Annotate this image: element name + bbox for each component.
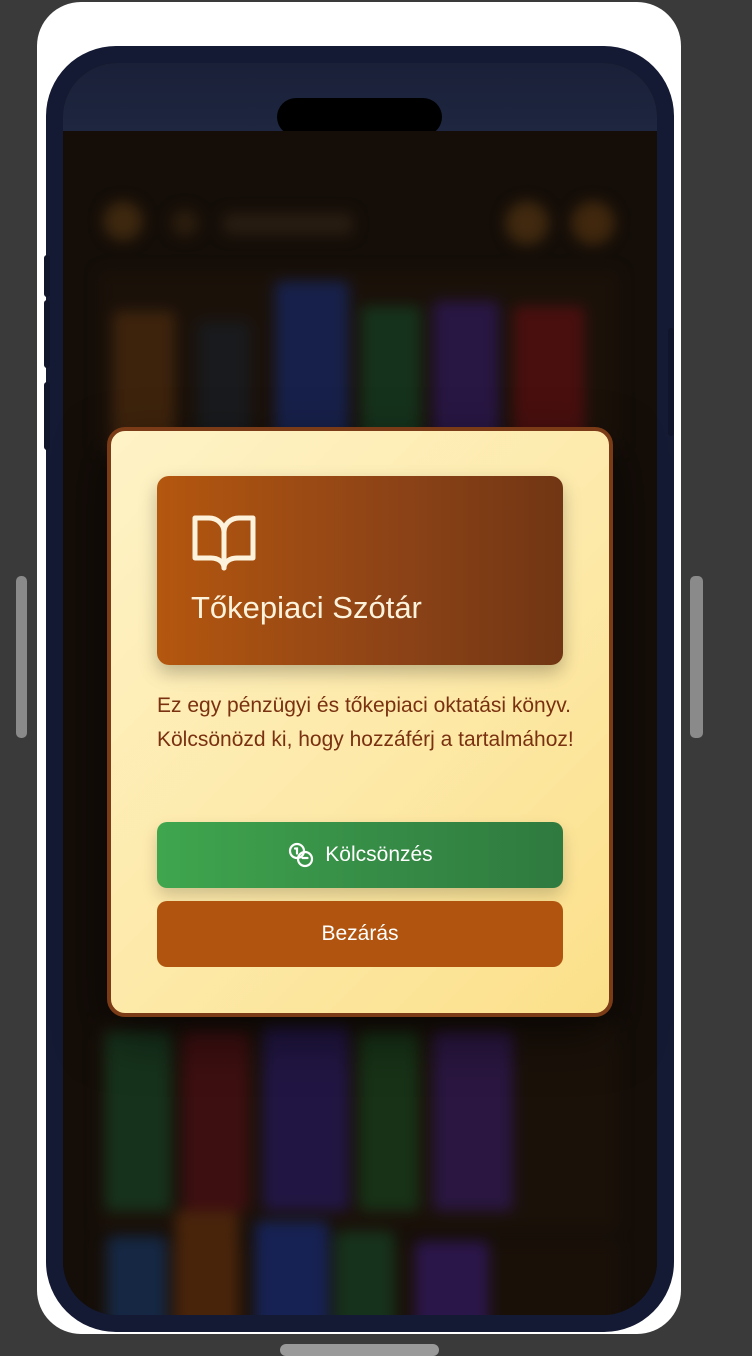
window-left-scroll-handle[interactable] bbox=[16, 576, 27, 738]
book-open-icon bbox=[192, 515, 256, 571]
borrow-button-label: Kölcsönzés bbox=[325, 843, 433, 866]
phone-volume-down-button bbox=[44, 382, 50, 450]
close-button-label: Bezárás bbox=[321, 922, 399, 945]
phone-power-button bbox=[668, 328, 674, 436]
window-right-scroll-handle[interactable] bbox=[690, 576, 703, 738]
modal-title: Tőkepiaci Szótár bbox=[191, 590, 422, 625]
close-button[interactable]: Bezárás bbox=[157, 901, 563, 967]
phone-action-button bbox=[44, 255, 50, 297]
modal-header-card: Tőkepiaci Szótár bbox=[157, 476, 563, 665]
coins-icon bbox=[289, 842, 314, 868]
home-indicator[interactable] bbox=[280, 1344, 439, 1356]
modal-description: Ez egy pénzügyi és tőkepiaci oktatási kö… bbox=[157, 694, 574, 751]
phone-volume-up-button bbox=[44, 300, 50, 368]
borrow-button[interactable]: Kölcsönzés bbox=[157, 822, 563, 888]
status-bar bbox=[63, 63, 657, 136]
book-detail-modal: Tőkepiaci Szótár Ez egy pénzügyi és tőke… bbox=[107, 427, 613, 1017]
